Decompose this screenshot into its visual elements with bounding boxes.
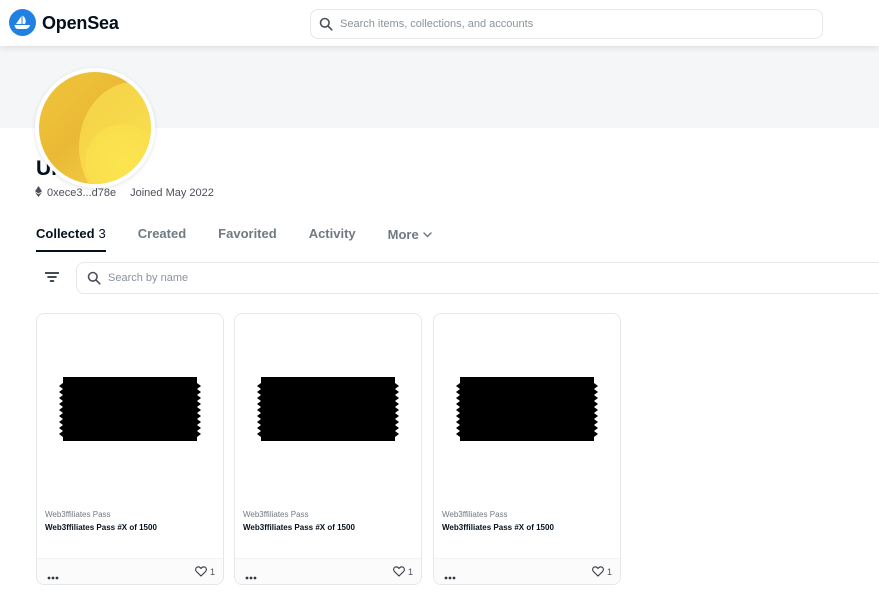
- card-footer: 1: [434, 558, 620, 584]
- nft-card[interactable]: Web3ffiliates Pass Web3ffiliates Pass #X…: [234, 313, 422, 585]
- favorite-button[interactable]: 1: [195, 566, 215, 577]
- profile-tabs: Collected 3 Created Favorited Activity Mo…: [36, 226, 464, 252]
- favorite-button[interactable]: 1: [592, 566, 612, 577]
- global-search-placeholder: Search items, collections, and accounts: [340, 18, 534, 30]
- profile-meta: 0xece3...d78e Joined May 2022: [35, 186, 214, 200]
- nft-card[interactable]: Web3ffiliates Pass Web3ffiliates Pass #X…: [36, 313, 224, 585]
- nft-image: [434, 314, 620, 504]
- profile-banner: [0, 46, 879, 188]
- global-search-input[interactable]: Search items, collections, and accounts: [310, 9, 823, 39]
- more-options-icon[interactable]: [444, 567, 456, 584]
- opensea-logo-icon[interactable]: [9, 9, 36, 36]
- top-navbar: OpenSea Search items, collections, and a…: [0, 0, 879, 46]
- filter-icon: [45, 272, 59, 282]
- tab-collected[interactable]: Collected 3: [36, 226, 106, 252]
- ethereum-icon: [35, 186, 42, 200]
- nft-image: [37, 314, 223, 504]
- ticket-shape: [59, 377, 201, 441]
- wallet-address[interactable]: 0xece3...d78e: [47, 187, 116, 199]
- chevron-down-icon: [422, 231, 432, 238]
- search-icon: [319, 17, 333, 36]
- brand-name[interactable]: OpenSea: [42, 13, 119, 34]
- favorite-count: 1: [209, 566, 215, 577]
- joined-date: Joined May 2022: [130, 187, 214, 199]
- heart-icon: [592, 566, 604, 577]
- nft-image: [235, 314, 421, 504]
- profile-avatar[interactable]: [35, 68, 155, 188]
- tab-favorited[interactable]: Favorited: [218, 226, 277, 252]
- tab-activity[interactable]: Activity: [309, 226, 356, 252]
- heart-icon: [393, 566, 405, 577]
- heart-icon: [195, 566, 207, 577]
- card-footer: 1: [37, 558, 223, 584]
- tab-created[interactable]: Created: [138, 226, 186, 252]
- ticket-shape: [257, 377, 399, 441]
- ticket-shape: [456, 377, 598, 441]
- tab-more[interactable]: More: [388, 226, 432, 252]
- more-options-icon[interactable]: [245, 567, 257, 584]
- favorite-count: 1: [606, 566, 612, 577]
- favorite-count: 1: [407, 566, 413, 577]
- tab-more-label: More: [387, 227, 419, 242]
- card-title[interactable]: Web3ffiliates Pass #X of 1500: [45, 521, 205, 534]
- tab-collected-label: Collected: [36, 226, 95, 241]
- card-title[interactable]: Web3ffiliates Pass #X of 1500: [442, 521, 602, 534]
- search-by-name-placeholder: Search by name: [108, 272, 189, 284]
- filter-toggle-button[interactable]: [40, 265, 64, 289]
- card-footer: 1: [235, 558, 421, 584]
- card-collection-name[interactable]: Web3ffiliates Pass: [243, 510, 309, 519]
- tab-collected-count: 3: [98, 226, 106, 241]
- more-options-icon[interactable]: [47, 567, 59, 584]
- search-icon: [87, 271, 101, 290]
- card-collection-name[interactable]: Web3ffiliates Pass: [45, 510, 111, 519]
- card-title[interactable]: Web3ffiliates Pass #X of 1500: [243, 521, 403, 534]
- card-collection-name[interactable]: Web3ffiliates Pass: [442, 510, 508, 519]
- search-by-name-input[interactable]: Search by name: [76, 262, 879, 294]
- favorite-button[interactable]: 1: [393, 566, 413, 577]
- nft-card[interactable]: Web3ffiliates Pass Web3ffiliates Pass #X…: [433, 313, 621, 585]
